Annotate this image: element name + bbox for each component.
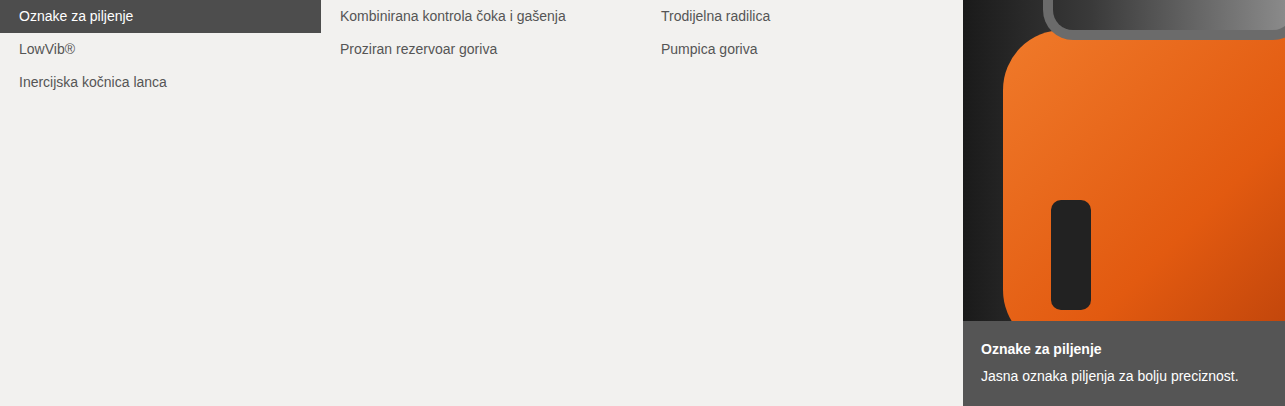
feature-item[interactable]: Oznake za piljenje [0,0,321,33]
feature-label: Trodijelna radilica [661,6,770,27]
feature-page: Oznake za piljenje LowVib® Inercijska kočn… [0,0,1285,406]
chainsaw-body-icon [1003,30,1285,321]
handle-icon [1043,0,1285,40]
feature-list: Oznake za piljenje LowVib® Inercijska kočn… [0,0,963,406]
feature-label: Kombinirana kontrola čoka i gašenja [340,6,566,27]
feature-label: Proziran rezervoar goriva [340,39,497,60]
feature-item[interactable]: Pumpica goriva [642,33,963,66]
feature-detail: Oznake za piljenje Jasna oznaka piljenja… [963,0,1285,406]
detail-caption: Oznake za piljenje Jasna oznaka piljenja… [963,321,1285,406]
feature-column: Oznake za piljenje LowVib® Inercijska kočn… [0,0,321,99]
feature-column: Trodijelna radilica Pumpica goriva [642,0,963,99]
feature-column: Kombinirana kontrola čoka i gašenja Prozi… [321,0,642,99]
feature-label: LowVib® [19,39,75,60]
lever-icon [1051,200,1091,310]
detail-description: Jasna oznaka piljenja za bolju preciznos… [981,367,1267,385]
product-photo [963,0,1285,321]
feature-label: Oznake za piljenje [19,6,133,27]
feature-item[interactable]: Proziran rezervoar goriva [321,33,642,66]
feature-item[interactable]: Trodijelna radilica [642,0,963,33]
detail-title: Oznake za piljenje [981,340,1267,358]
feature-item[interactable]: Inercijska kočnica lanca [0,66,321,99]
feature-item[interactable]: Kombinirana kontrola čoka i gašenja [321,0,642,33]
feature-label: Pumpica goriva [661,39,758,60]
feature-label: Inercijska kočnica lanca [19,72,167,93]
feature-item[interactable]: LowVib® [0,33,321,66]
